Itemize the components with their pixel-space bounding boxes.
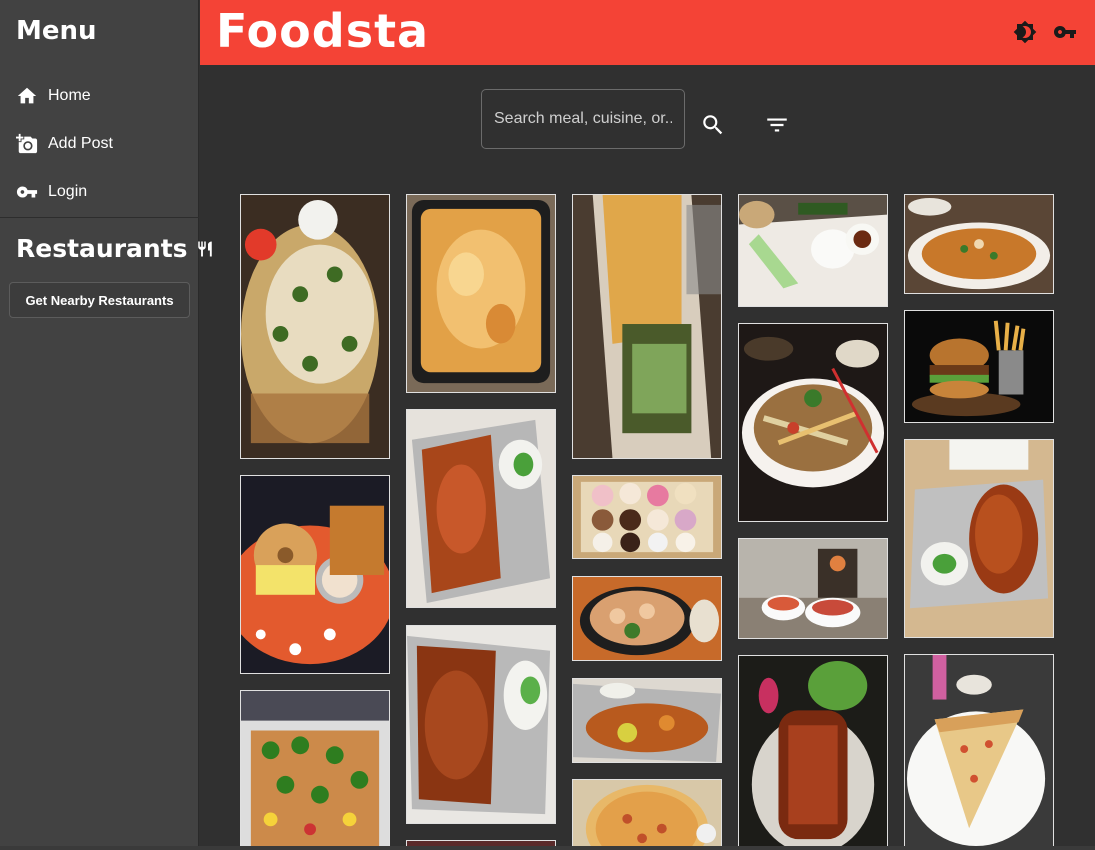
search-input[interactable] xyxy=(482,90,684,148)
post-image-foil-tray[interactable] xyxy=(572,678,722,763)
post-image-mac-and-cheese[interactable] xyxy=(406,194,556,393)
post-image-glazed-fish[interactable] xyxy=(738,655,888,850)
food-photo xyxy=(407,410,555,607)
get-nearby-restaurants-button[interactable]: Get Nearby Restaurants xyxy=(9,282,190,318)
post-image-pizza-slice[interactable] xyxy=(904,654,1054,850)
brand-logo: Foodsta xyxy=(216,4,430,58)
post-image-nachos[interactable] xyxy=(240,194,390,459)
post-image-donut-box[interactable] xyxy=(572,475,722,559)
sidebar-item-label: Login xyxy=(48,183,88,200)
food-photo xyxy=(407,195,555,392)
post-image-foil-curry[interactable] xyxy=(406,409,556,608)
food-photo xyxy=(905,195,1053,293)
add-photo-icon xyxy=(16,133,38,154)
filter-button[interactable] xyxy=(764,112,790,138)
search-field xyxy=(481,89,685,149)
post-image-fries-sandwich[interactable] xyxy=(572,194,722,459)
food-photo xyxy=(573,679,721,762)
sidebar: Menu Home Add Post Login Restaurants Get… xyxy=(0,0,212,850)
sidebar-item-add-post[interactable]: Add Post xyxy=(16,130,113,158)
filter-icon xyxy=(767,118,787,132)
menu-title: Menu xyxy=(16,16,97,46)
food-photo xyxy=(739,195,887,306)
food-photo xyxy=(241,691,389,849)
post-image-bagel[interactable] xyxy=(240,475,390,674)
search-button[interactable] xyxy=(700,112,726,138)
post-image-bao-platter[interactable] xyxy=(738,194,888,307)
post-image-candle-bowls[interactable] xyxy=(738,538,888,639)
food-photo xyxy=(573,780,721,849)
post-image-pizza-whole[interactable] xyxy=(572,779,722,850)
post-image-jalapeno-nachos[interactable] xyxy=(240,690,390,850)
sidebar-item-login[interactable]: Login xyxy=(16,178,87,206)
post-image-pho-bowl[interactable] xyxy=(738,323,888,522)
post-image-foil-rice-curry[interactable] xyxy=(406,625,556,824)
food-photo xyxy=(739,324,887,521)
food-photo xyxy=(241,195,389,458)
key-icon xyxy=(1054,26,1076,38)
food-photo xyxy=(573,476,721,558)
key-icon xyxy=(16,186,38,198)
home-icon xyxy=(17,87,37,104)
sidebar-item-home[interactable]: Home xyxy=(16,82,91,110)
post-image-poutine[interactable] xyxy=(904,194,1054,294)
food-photo xyxy=(905,655,1053,849)
food-photo xyxy=(739,656,887,849)
login-header-button[interactable] xyxy=(1053,20,1077,44)
food-photo xyxy=(407,626,555,823)
food-photo xyxy=(905,311,1053,422)
bottom-edge xyxy=(0,846,1095,850)
brightness-icon xyxy=(1013,20,1037,44)
sidebar-item-label: Add Post xyxy=(48,135,113,152)
theme-toggle-button[interactable] xyxy=(1013,20,1037,44)
post-image-foil-rice-curry-2[interactable] xyxy=(904,439,1054,638)
food-photo xyxy=(573,577,721,660)
search-icon xyxy=(703,115,723,135)
restaurants-heading: Restaurants xyxy=(16,234,214,263)
food-photo xyxy=(905,440,1053,637)
food-photo xyxy=(739,539,887,638)
food-photo xyxy=(241,476,389,673)
restaurants-title: Restaurants xyxy=(16,234,188,263)
app-header: Foodsta xyxy=(200,0,1095,65)
food-photo xyxy=(573,195,721,458)
fork-knife-icon xyxy=(197,241,212,256)
post-image-shrimp-bowl[interactable] xyxy=(572,576,722,661)
post-image-burger-fries[interactable] xyxy=(904,310,1054,423)
sidebar-item-label: Home xyxy=(48,87,91,104)
sidebar-divider xyxy=(0,217,199,218)
